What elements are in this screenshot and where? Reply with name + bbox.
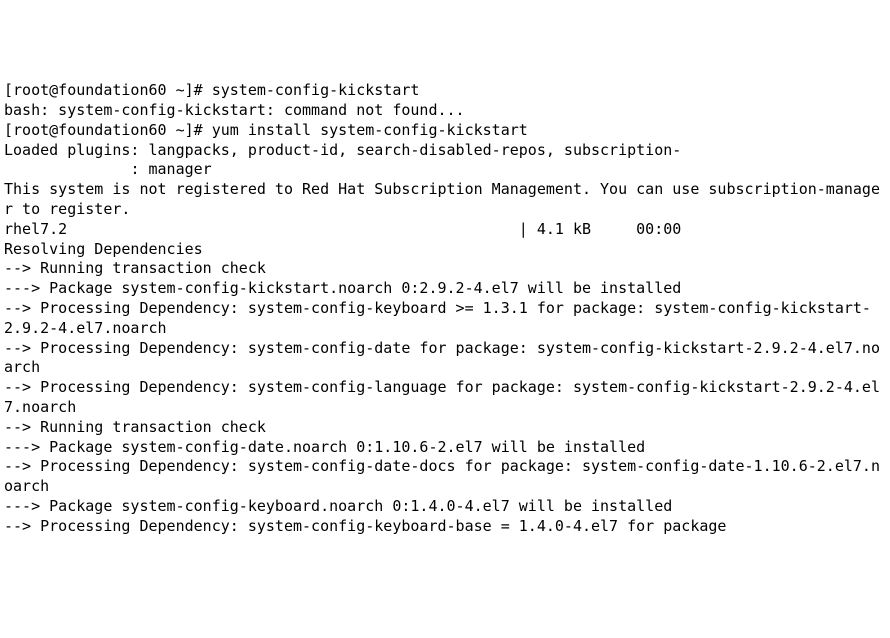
terminal-line: --> Running transaction check xyxy=(4,259,886,279)
terminal-line: rhel7.2 | 4.1 kB 00:00 xyxy=(4,220,886,240)
terminal-line: --> Processing Dependency: system-config… xyxy=(4,378,886,418)
terminal-output[interactable]: [root@foundation60 ~]# system-config-kic… xyxy=(4,81,886,536)
terminal-line: --> Processing Dependency: system-config… xyxy=(4,457,886,497)
terminal-line: This system is not registered to Red Hat… xyxy=(4,180,886,220)
terminal-line: bash: system-config-kickstart: command n… xyxy=(4,101,886,121)
terminal-line: Loaded plugins: langpacks, product-id, s… xyxy=(4,141,886,161)
terminal-line: --> Running transaction check xyxy=(4,418,886,438)
terminal-line: ---> Package system-config-date.noarch 0… xyxy=(4,438,886,458)
terminal-line: ---> Package system-config-kickstart.noa… xyxy=(4,279,886,299)
terminal-line: --> Processing Dependency: system-config… xyxy=(4,517,886,537)
terminal-line: Resolving Dependencies xyxy=(4,240,886,260)
terminal-line: : manager xyxy=(4,160,886,180)
terminal-line: ---> Package system-config-keyboard.noar… xyxy=(4,497,886,517)
terminal-line: --> Processing Dependency: system-config… xyxy=(4,339,886,379)
terminal-line: [root@foundation60 ~]# yum install syste… xyxy=(4,121,886,141)
terminal-line: [root@foundation60 ~]# system-config-kic… xyxy=(4,81,886,101)
terminal-line: --> Processing Dependency: system-config… xyxy=(4,299,886,339)
